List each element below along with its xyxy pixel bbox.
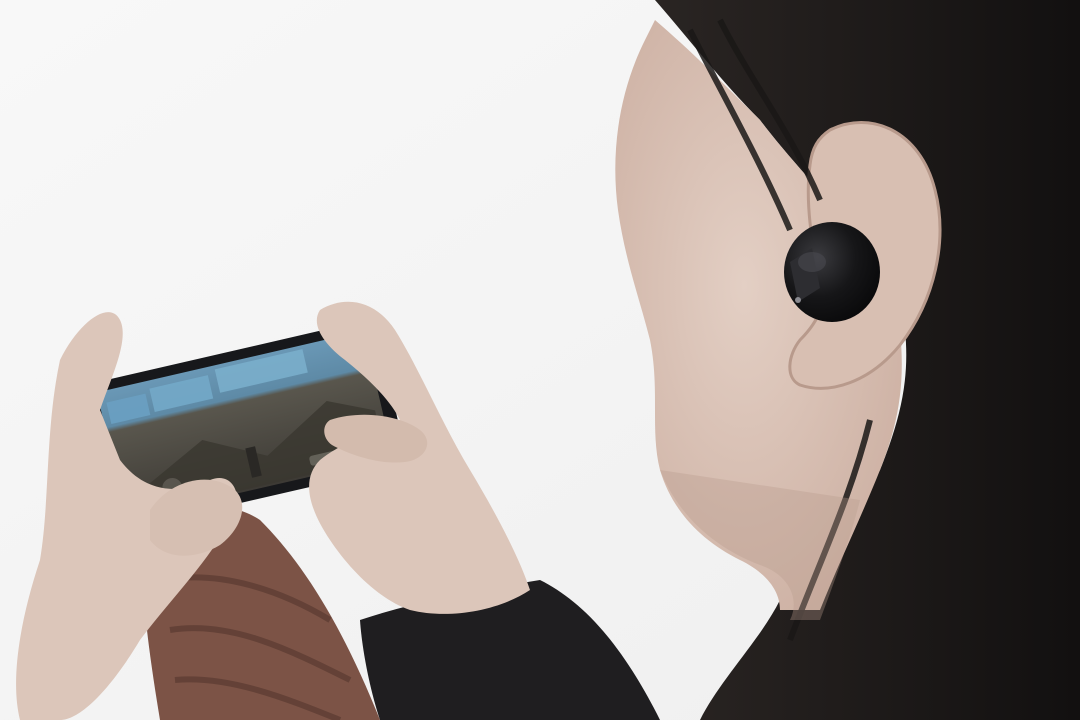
photo-illustration [0, 0, 1080, 720]
photo-scene [0, 0, 1080, 720]
earbud [784, 222, 880, 322]
